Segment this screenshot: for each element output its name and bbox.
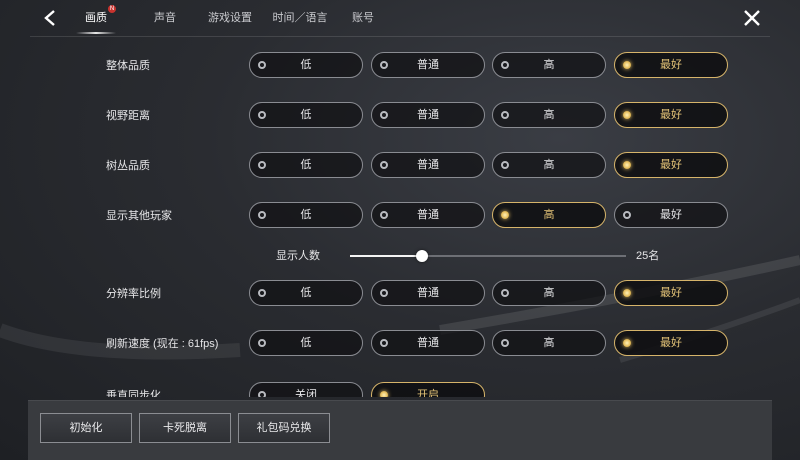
option-low[interactable]: 低 — [249, 102, 363, 128]
bottom-action-bar: 初始化 卡死脱离 礼包码兑换 — [28, 400, 772, 460]
new-badge: N — [108, 5, 116, 13]
option-label: 最好 — [660, 209, 682, 221]
option-label: 高 — [543, 209, 555, 221]
settings-list: 整体品质 低 普通 高 最好 视野距离 低 普通 高 最好 树丛品质 低 普通 … — [0, 52, 800, 397]
option-label: 低 — [300, 159, 312, 171]
option-best[interactable]: 最好 — [614, 202, 728, 228]
option-best[interactable]: 最好 — [614, 280, 728, 306]
close-button[interactable] — [740, 6, 764, 30]
option-label: 关闭 — [295, 389, 317, 397]
top-nav: 画质 N 声音 游戏设置 时间／语言 账号 — [0, 0, 800, 36]
chevron-left-icon — [44, 10, 55, 26]
option-label: 最好 — [660, 109, 682, 121]
option-label: 低 — [300, 337, 312, 349]
option-low[interactable]: 低 — [249, 330, 363, 356]
slider-handle[interactable] — [415, 250, 428, 262]
option-label: 高 — [543, 287, 555, 299]
reset-button[interactable]: 初始化 — [40, 413, 132, 443]
nav-divider — [30, 36, 770, 37]
setting-label: 树丛品质 — [106, 160, 150, 172]
option-label: 低 — [300, 287, 312, 299]
option-label: 最好 — [660, 337, 682, 349]
setting-label: 分辨率比例 — [106, 288, 161, 300]
option-low[interactable]: 低 — [249, 152, 363, 178]
option-best[interactable]: 最好 — [614, 152, 728, 178]
unstuck-button[interactable]: 卡死脱离 — [139, 413, 231, 443]
setting-label: 视野距离 — [106, 110, 150, 122]
option-label: 低 — [300, 59, 312, 71]
option-label: 低 — [300, 109, 312, 121]
tab-label: 游戏设置 — [208, 12, 252, 24]
option-best[interactable]: 最好 — [614, 52, 728, 78]
option-label: 普通 — [417, 59, 439, 71]
option-normal[interactable]: 普通 — [371, 52, 485, 78]
slider-label: 显示人数 — [276, 250, 320, 262]
option-low[interactable]: 低 — [249, 202, 363, 228]
option-high[interactable]: 高 — [492, 280, 606, 306]
option-label: 最好 — [660, 287, 682, 299]
option-best[interactable]: 最好 — [614, 330, 728, 356]
option-normal[interactable]: 普通 — [371, 202, 485, 228]
active-tab-indicator — [76, 32, 116, 34]
option-normal[interactable]: 普通 — [371, 330, 485, 356]
option-normal[interactable]: 普通 — [371, 152, 485, 178]
tab-label: 声音 — [154, 12, 176, 24]
player-count-slider[interactable] — [350, 250, 626, 262]
tab-sound[interactable]: 声音 — [132, 0, 198, 36]
option-high[interactable]: 高 — [492, 152, 606, 178]
setting-row-overall-quality: 整体品质 低 普通 高 最好 — [0, 52, 800, 80]
option-label: 低 — [300, 209, 312, 221]
option-normal[interactable]: 普通 — [371, 280, 485, 306]
option-label: 开启 — [417, 389, 439, 397]
tab-label: 画质 — [85, 12, 107, 24]
option-label: 最好 — [660, 159, 682, 171]
option-label: 高 — [543, 59, 555, 71]
option-off[interactable]: 关闭 — [249, 382, 363, 397]
option-best[interactable]: 最好 — [614, 102, 728, 128]
setting-row-resolution-scale: 分辨率比例 低 普通 高 最好 — [0, 280, 800, 308]
option-low[interactable]: 低 — [249, 280, 363, 306]
option-label: 普通 — [417, 209, 439, 221]
tab-label: 时间／语言 — [272, 12, 328, 24]
slider-value: 25名 — [636, 250, 660, 262]
option-on[interactable]: 开启 — [371, 382, 485, 397]
option-high[interactable]: 高 — [492, 202, 606, 228]
setting-row-vsync: 垂直同步化 关闭 开启 — [0, 382, 800, 397]
option-label: 普通 — [417, 287, 439, 299]
close-x-icon — [744, 10, 760, 26]
option-label: 高 — [543, 109, 555, 121]
option-high[interactable]: 高 — [492, 102, 606, 128]
back-button[interactable] — [38, 6, 62, 30]
setting-row-player-count: 显示人数 25名 — [0, 244, 800, 268]
tab-label: 账号 — [352, 12, 374, 24]
tab-game-settings[interactable]: 游戏设置 — [198, 0, 262, 36]
option-label: 最好 — [660, 59, 682, 71]
tab-time-language[interactable]: 时间／语言 — [262, 0, 338, 36]
slider-fill — [350, 255, 422, 257]
setting-row-view-distance: 视野距离 低 普通 高 最好 — [0, 102, 800, 130]
option-low[interactable]: 低 — [249, 52, 363, 78]
option-label: 普通 — [417, 159, 439, 171]
setting-label: 整体品质 — [106, 60, 150, 72]
setting-label: 垂直同步化 — [106, 390, 161, 397]
setting-label: 显示其他玩家 — [106, 210, 172, 222]
option-label: 普通 — [417, 337, 439, 349]
setting-label: 刷新速度 (现在 : 61fps) — [106, 338, 219, 350]
option-label: 普通 — [417, 109, 439, 121]
tab-bar: 画质 N 声音 游戏设置 时间／语言 账号 — [70, 0, 388, 36]
option-high[interactable]: 高 — [492, 52, 606, 78]
tab-graphics[interactable]: 画质 N — [70, 0, 122, 36]
gift-code-redeem-button[interactable]: 礼包码兑换 — [238, 413, 330, 443]
option-label: 高 — [543, 159, 555, 171]
setting-row-foliage-quality: 树丛品质 低 普通 高 最好 — [0, 152, 800, 180]
setting-row-refresh-rate: 刷新速度 (现在 : 61fps) 低 普通 高 最好 — [0, 330, 800, 358]
setting-row-show-other-players: 显示其他玩家 低 普通 高 最好 — [0, 202, 800, 230]
option-label: 高 — [543, 337, 555, 349]
tab-account[interactable]: 账号 — [338, 0, 388, 36]
option-normal[interactable]: 普通 — [371, 102, 485, 128]
option-high[interactable]: 高 — [492, 330, 606, 356]
